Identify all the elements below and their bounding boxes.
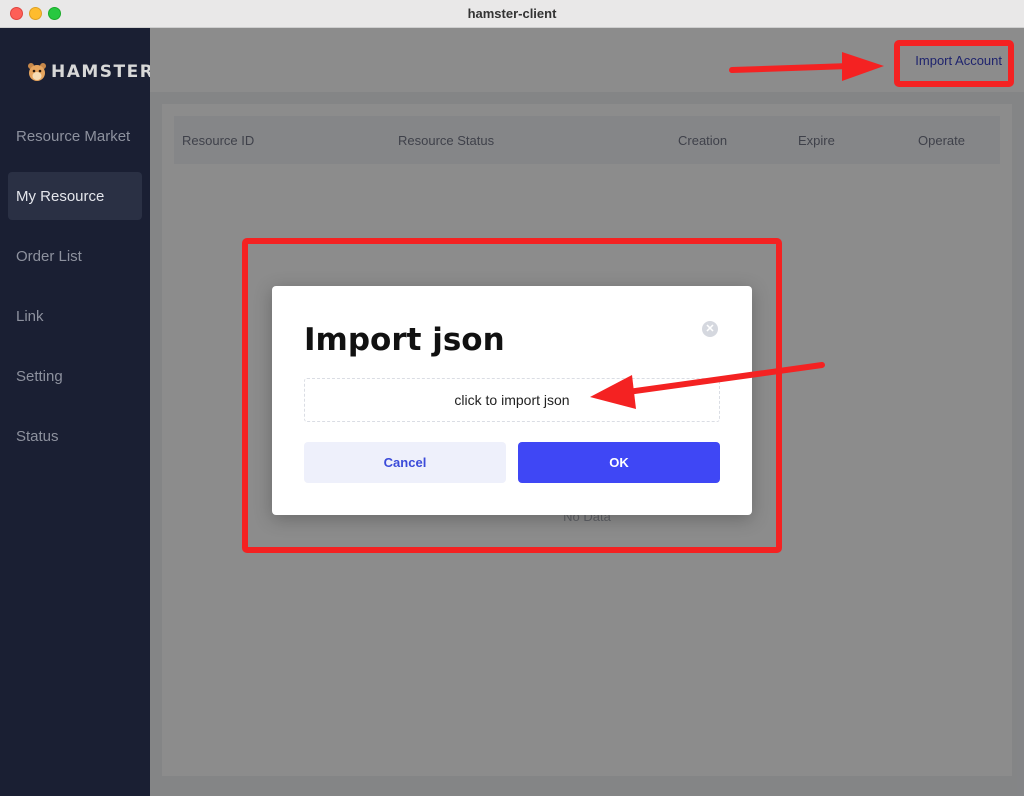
sidebar-item-status[interactable]: Status bbox=[8, 412, 142, 460]
hamster-logo-icon bbox=[27, 62, 47, 82]
annotation-highlight-dialog bbox=[242, 238, 782, 553]
annotation-highlight-import-account bbox=[894, 40, 1014, 87]
app-window: hamster-client HAMSTER Resource Market M… bbox=[0, 0, 1024, 796]
title-bar: hamster-client bbox=[0, 0, 1024, 28]
sidebar-item-setting[interactable]: Setting bbox=[8, 352, 142, 400]
logo-text: HAMSTER bbox=[51, 62, 155, 82]
sidebar-item-link[interactable]: Link bbox=[8, 292, 142, 340]
window-title: hamster-client bbox=[467, 6, 557, 21]
sidebar-item-order-list[interactable]: Order List bbox=[8, 232, 142, 280]
sidebar: HAMSTER Resource Market My Resource Orde… bbox=[0, 28, 153, 796]
sidebar-item-my-resource[interactable]: My Resource bbox=[8, 172, 142, 220]
sidebar-item-resource-market[interactable]: Resource Market bbox=[8, 112, 142, 160]
app-logo: HAMSTER bbox=[27, 62, 154, 82]
